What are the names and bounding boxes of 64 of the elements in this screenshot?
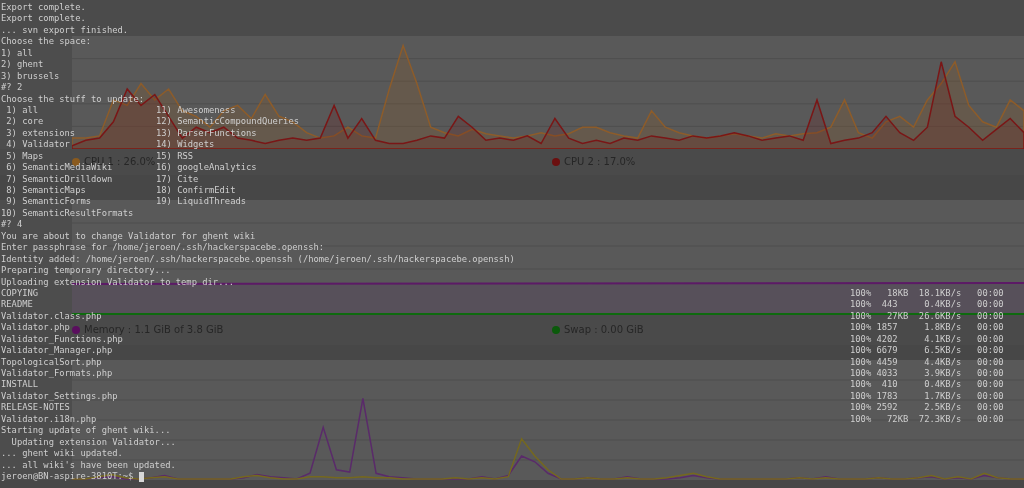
- terminal-line: Updating extension Validator...: [10, 436, 176, 449]
- file-name: Validator.i18n.php: [1, 413, 97, 424]
- menu-option: 6) SemanticMediaWiki: [1, 162, 113, 173]
- menu-option: 7) SemanticDrilldown: [1, 173, 113, 184]
- menu-option: 8) SemanticMaps: [1, 185, 86, 195]
- terminal-line: ... ghent wiki updated.: [1, 448, 123, 460]
- transfer-stats: 100% 6679 6.5KB/s 00:00: [850, 345, 1004, 357]
- terminal-line: Export complete.: [1, 2, 86, 14]
- menu-option: 1) all: [1, 104, 39, 115]
- terminal-line: Identity added: /home/jeroen/.ssh/hackerspacebe.openssh (/home/jeroen/.ssh/hackerspacebe.openssh): [1, 253, 515, 266]
- menu-option: 15) RSS: [156, 150, 194, 163]
- terminal-line: Starting update of ghent wiki...: [1, 425, 171, 437]
- terminal-line: Preparing temporary directory...: [1, 265, 171, 277]
- file-name: TopologicalSort.php: [1, 356, 102, 367]
- file-name: RELEASE-NOTES: [1, 402, 70, 413]
- menu-option: 4) Validator: [1, 139, 70, 150]
- menu-option: 2) core: [1, 116, 44, 127]
- transfer-stats: 100% 1783 1.7KB/s 00:00: [850, 390, 1004, 403]
- terminal-line: Enter passphrase for /home/jeroen/.ssh/hackerspacebe.openssh:: [1, 242, 325, 254]
- terminal-line: #? 4: [1, 219, 23, 231]
- cursor-block: [138, 471, 144, 482]
- transfer-stats: 100% 4459 4.4KB/s 00:00: [850, 356, 1004, 368]
- terminal-line: You are about to change Validator for ghent wiki: [1, 230, 256, 243]
- terminal-line: Choose the stuff to update:: [1, 93, 144, 105]
- file-name: Validator_Formats.php: [1, 368, 113, 378]
- menu-option: 16) googleAnalytics: [156, 162, 257, 174]
- terminal-line: 3) brussels: [1, 70, 60, 83]
- menu-option: 13) ParserFunctions: [156, 127, 257, 140]
- menu-option: 14) Widgets: [156, 139, 215, 151]
- file-name: Validator.class.php: [1, 310, 102, 321]
- menu-option: 9) SemanticForms: [1, 196, 92, 207]
- file-name: Validator_Manager.php: [1, 345, 113, 356]
- menu-option: 18) ConfirmEdit: [156, 185, 236, 197]
- file-name: README: [1, 299, 33, 310]
- transfer-stats: 100% 2592 2.5KB/s 00:00: [850, 402, 1004, 414]
- file-name: COPYING: [1, 287, 39, 298]
- terminal-line: #? 2: [1, 82, 23, 94]
- menu-option: 10) SemanticResultFormats: [1, 207, 134, 218]
- terminal-line: ... all wiki's have been updated.: [1, 459, 176, 471]
- file-name: INSTALL: [1, 379, 39, 390]
- menu-option: 5) Maps: [1, 150, 44, 161]
- terminal-line: Uploading extension Validator to temp dir...: [1, 276, 235, 288]
- menu-option: 17) Cite: [156, 173, 199, 185]
- transfer-stats: 100% 1857 1.8KB/s 00:00: [850, 322, 1004, 334]
- file-name: Validator.php: [1, 322, 70, 333]
- file-name: Validator_Settings.php: [1, 390, 118, 401]
- terminal-line: 1) all: [1, 47, 33, 60]
- terminal-line: Choose the space:: [1, 36, 92, 48]
- transfer-stats: 100% 72KB 72.3KB/s 00:00: [850, 413, 1004, 426]
- menu-option: 12) SemanticCompoundQueries: [156, 116, 299, 128]
- transfer-stats: 100% 443 0.4KB/s 00:00: [850, 299, 1004, 311]
- terminal-line: 2) ghent: [1, 59, 44, 71]
- transfer-stats: 100% 410 0.4KB/s 00:00: [850, 379, 1004, 391]
- transfer-stats: 100% 4202 4.1KB/s 00:00: [850, 333, 1004, 346]
- terminal-line: ... svn export finished.: [1, 24, 129, 37]
- file-name: Validator_Functions.php: [1, 333, 123, 344]
- transfer-stats: 100% 4033 3.9KB/s 00:00: [850, 368, 1004, 380]
- transfer-stats: 100% 27KB 26.6KB/s 00:00: [850, 310, 1004, 323]
- shell-prompt: jeroen@BN-aspire-3810T:~$: [1, 470, 135, 483]
- menu-option: 3) extensions: [1, 127, 76, 138]
- menu-option: 19) LiquidThreads: [156, 196, 247, 208]
- menu-option: 11) Awesomeness: [156, 104, 236, 117]
- transfer-stats: 100% 18KB 18.1KB/s 00:00: [850, 287, 1004, 300]
- terminal-line: Export complete.: [1, 13, 86, 25]
